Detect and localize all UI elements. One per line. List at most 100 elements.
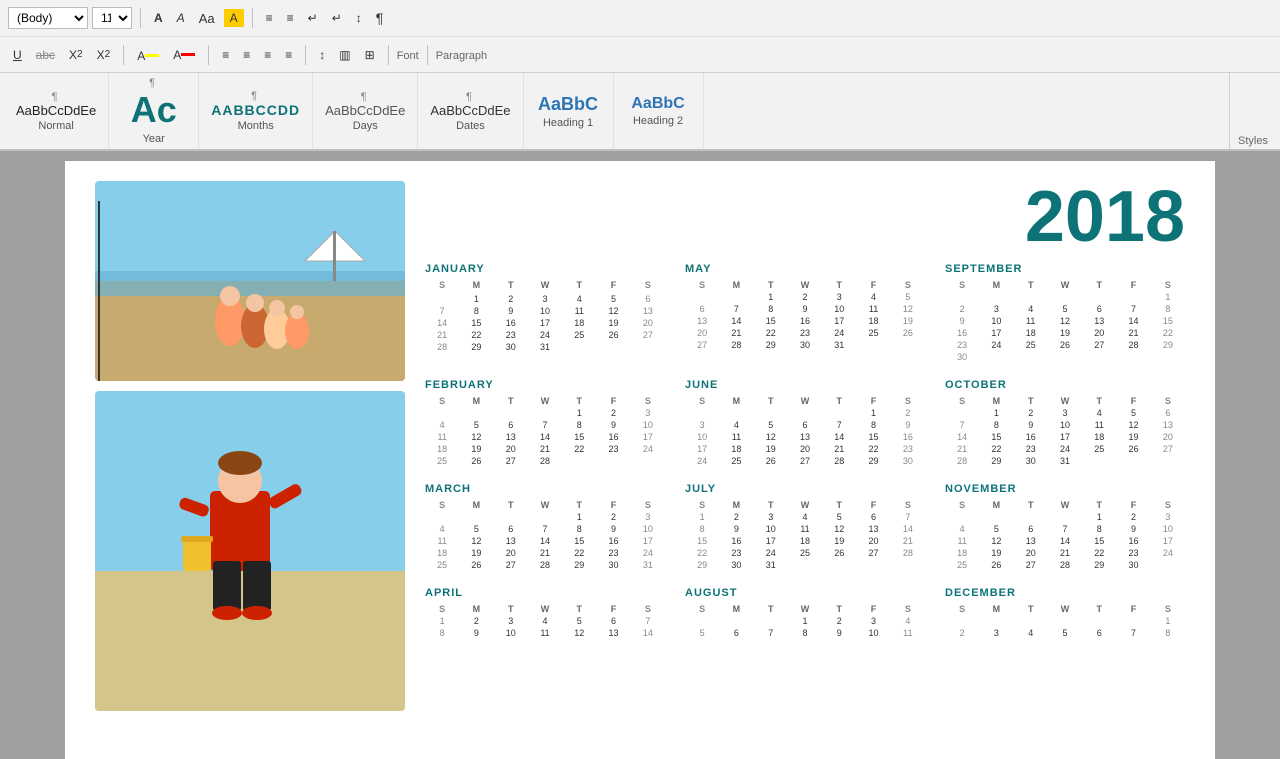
cal-day-header: T — [562, 499, 596, 511]
italic-button[interactable]: A — [172, 9, 190, 27]
cal-date: 23 — [1014, 443, 1048, 455]
subscript-button[interactable]: X2 — [64, 46, 88, 64]
style-item-days[interactable]: ¶AaBbCcDdEeDays — [313, 73, 418, 149]
cal-day-header: T — [562, 279, 596, 291]
cal-date — [788, 559, 822, 571]
cal-date: 24 — [685, 455, 719, 467]
cal-date: 11 — [945, 535, 979, 547]
cal-date: 5 — [754, 419, 788, 431]
cal-day-header: T — [822, 499, 856, 511]
cal-date: 12 — [596, 305, 630, 317]
cal-day-header: T — [1014, 499, 1048, 511]
cal-date: 21 — [1116, 327, 1150, 339]
font-family-select[interactable]: (Body) — [8, 7, 88, 29]
cal-date — [425, 511, 459, 523]
cal-date: 21 — [528, 547, 562, 559]
cal-date: 11 — [891, 627, 925, 639]
style-item-heading2[interactable]: AaBbCHeading 2 — [614, 73, 704, 149]
superscript-button[interactable]: X2 — [92, 46, 116, 64]
style-preview-heading2: AaBbC — [631, 95, 684, 113]
table-row: 252627282930 — [945, 559, 1185, 571]
cal-date: 2 — [945, 627, 979, 639]
style-item-dates[interactable]: ¶AaBbCcDdEeDates — [418, 73, 523, 149]
strikethrough-button[interactable]: abc — [31, 46, 60, 64]
cal-date: 25 — [856, 327, 890, 339]
divider-4 — [208, 45, 209, 65]
align-right-button[interactable]: ≡ — [259, 46, 276, 64]
numbered-list-button[interactable]: ≡ — [282, 9, 299, 27]
cal-date: 8 — [788, 627, 822, 639]
styles-section-label: Styles — [1229, 73, 1276, 149]
cal-date — [528, 407, 562, 419]
cal-date: 5 — [1116, 407, 1150, 419]
cal-day-header: M — [719, 603, 753, 615]
cal-table-september: SMTWTFS123456789101112131415161718192021… — [945, 279, 1185, 363]
cal-date: 26 — [596, 329, 630, 341]
cal-day-header: T — [822, 395, 856, 407]
cal-date — [788, 407, 822, 419]
sort-button[interactable]: ↕ — [351, 9, 367, 27]
font-color-button[interactable]: A — [168, 46, 200, 64]
cal-date: 22 — [754, 327, 788, 339]
cal-date: 21 — [1048, 547, 1082, 559]
cal-date: 11 — [425, 431, 459, 443]
cal-day-header: S — [425, 395, 459, 407]
line-spacing-button[interactable]: ↕ — [314, 46, 330, 64]
cal-date: 1 — [788, 615, 822, 627]
style-item-months[interactable]: ¶AABBCCDDMonths — [199, 73, 313, 149]
cal-date — [596, 455, 630, 467]
clear-format-button[interactable]: A — [224, 9, 244, 27]
align-justify-button[interactable]: ≡ — [280, 46, 297, 64]
cal-date: 14 — [425, 317, 459, 329]
cal-date: 25 — [788, 547, 822, 559]
cal-date: 7 — [528, 523, 562, 535]
outdent-button[interactable]: ↵ — [327, 9, 347, 27]
cal-date: 31 — [754, 559, 788, 571]
table-row: 78910111213 — [425, 305, 665, 317]
cal-table-january: SMTWTFS123456789101112131415161718192021… — [425, 279, 665, 353]
underline-button[interactable]: U — [8, 46, 27, 64]
style-item-year[interactable]: ¶AcYear — [109, 73, 199, 149]
cal-date: 30 — [494, 341, 528, 353]
table-row: 9101112131415 — [945, 315, 1185, 327]
cal-date: 31 — [528, 341, 562, 353]
cal-date: 15 — [459, 317, 493, 329]
style-item-heading1[interactable]: AaBbCHeading 1 — [524, 73, 614, 149]
indent-button[interactable]: ↵ — [303, 9, 323, 27]
bullet-list-button[interactable]: ≡ — [261, 9, 278, 27]
cal-day-header: F — [596, 279, 630, 291]
cal-date — [945, 407, 979, 419]
cal-date: 3 — [631, 511, 665, 523]
align-left-button[interactable]: ≡ — [217, 46, 234, 64]
cal-date: 23 — [494, 329, 528, 341]
cal-date — [754, 615, 788, 627]
cal-day-header: M — [979, 603, 1013, 615]
cal-date: 8 — [1151, 303, 1185, 315]
highlight-button[interactable]: A — [132, 47, 164, 63]
bold-button[interactable]: A — [149, 9, 168, 27]
cal-date — [1151, 559, 1185, 571]
align-center-button[interactable]: ≡ — [238, 46, 255, 64]
cal-date — [1116, 291, 1150, 303]
cal-date: 25 — [719, 455, 753, 467]
month-block-december: DECEMBERSMTWTFS12345678 — [945, 587, 1185, 639]
cal-date: 1 — [562, 407, 596, 419]
style-item-normal[interactable]: ¶AaBbCcDdEeNormal — [4, 73, 109, 149]
show-marks-button[interactable]: ¶ — [371, 8, 389, 28]
cal-day-header: F — [856, 603, 890, 615]
cal-day-header: W — [788, 279, 822, 291]
table-row: 293031 — [685, 559, 925, 571]
shading-button[interactable]: ▥ — [334, 46, 355, 64]
font-aa-button[interactable]: Aa — [194, 9, 220, 28]
font-size-select[interactable]: 11 — [92, 7, 132, 29]
cal-day-header: T — [754, 603, 788, 615]
cal-day-header: S — [425, 499, 459, 511]
cal-date — [425, 407, 459, 419]
month-name-may: MAY — [685, 263, 925, 275]
cal-date: 22 — [562, 547, 596, 559]
cal-date: 6 — [856, 511, 890, 523]
cal-date: 2 — [945, 303, 979, 315]
borders-button[interactable]: ⊞ — [360, 46, 380, 64]
cal-day-header: S — [685, 499, 719, 511]
cal-day-header: S — [1151, 603, 1185, 615]
